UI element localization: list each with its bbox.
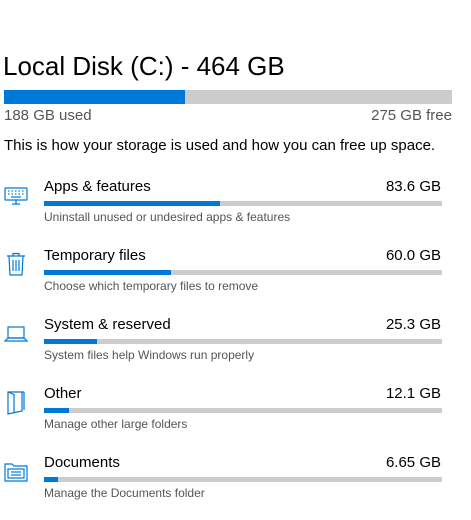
drive-usage-bar: [4, 90, 452, 104]
monitor-keyboard-icon: [4, 182, 28, 208]
category-description: Choose which temporary files to remove: [44, 279, 259, 293]
category-system-reserved[interactable]: System & reserved 25.3 GB System files h…: [0, 316, 471, 382]
category-size: 6.65 GB: [385, 454, 441, 471]
category-usage-fill: [44, 270, 171, 275]
category-name: Documents: [44, 454, 120, 471]
folder-page-icon: [4, 389, 28, 415]
category-temporary-files[interactable]: Temporary files 60.0 GB Choose which tem…: [0, 247, 471, 313]
category-name: Apps & features: [44, 178, 151, 195]
category-documents[interactable]: Documents 6.65 GB Manage the Documents f…: [0, 454, 471, 520]
page-title: Local Disk (C:) - 464 GB: [3, 51, 285, 81]
category-size: 60.0 GB: [385, 247, 441, 264]
category-name: Other: [44, 385, 82, 402]
category-usage-bar: [44, 408, 442, 413]
trash-icon: [4, 251, 28, 277]
category-size: 83.6 GB: [385, 178, 441, 195]
category-description: Uninstall unused or undesired apps & fea…: [44, 210, 291, 224]
category-size: 12.1 GB: [385, 385, 441, 402]
category-description: Manage other large folders: [44, 417, 188, 431]
laptop-icon: [4, 320, 28, 346]
category-name: System & reserved: [44, 316, 171, 333]
free-space-label: 275 GB free: [371, 107, 452, 124]
storage-intro-text: This is how your storage is used and how…: [4, 137, 436, 154]
category-usage-bar: [44, 339, 442, 344]
documents-folder-icon: [4, 458, 28, 484]
category-description: System files help Windows run properly: [44, 348, 255, 362]
used-space-label: 188 GB used: [4, 107, 92, 124]
category-usage-fill: [44, 339, 98, 344]
category-usage-bar: [44, 270, 442, 275]
category-description: Manage the Documents folder: [44, 486, 205, 500]
category-usage-bar: [44, 477, 442, 482]
category-size: 25.3 GB: [385, 316, 441, 333]
drive-usage-fill: [4, 90, 186, 104]
category-usage-bar: [44, 201, 442, 206]
category-apps-features[interactable]: Apps & features 83.6 GB Uninstall unused…: [0, 178, 471, 244]
category-usage-fill: [44, 201, 221, 206]
category-usage-fill: [44, 408, 70, 413]
category-name: Temporary files: [44, 247, 146, 264]
category-usage-fill: [44, 477, 58, 482]
category-other[interactable]: Other 12.1 GB Manage other large folders: [0, 385, 471, 451]
